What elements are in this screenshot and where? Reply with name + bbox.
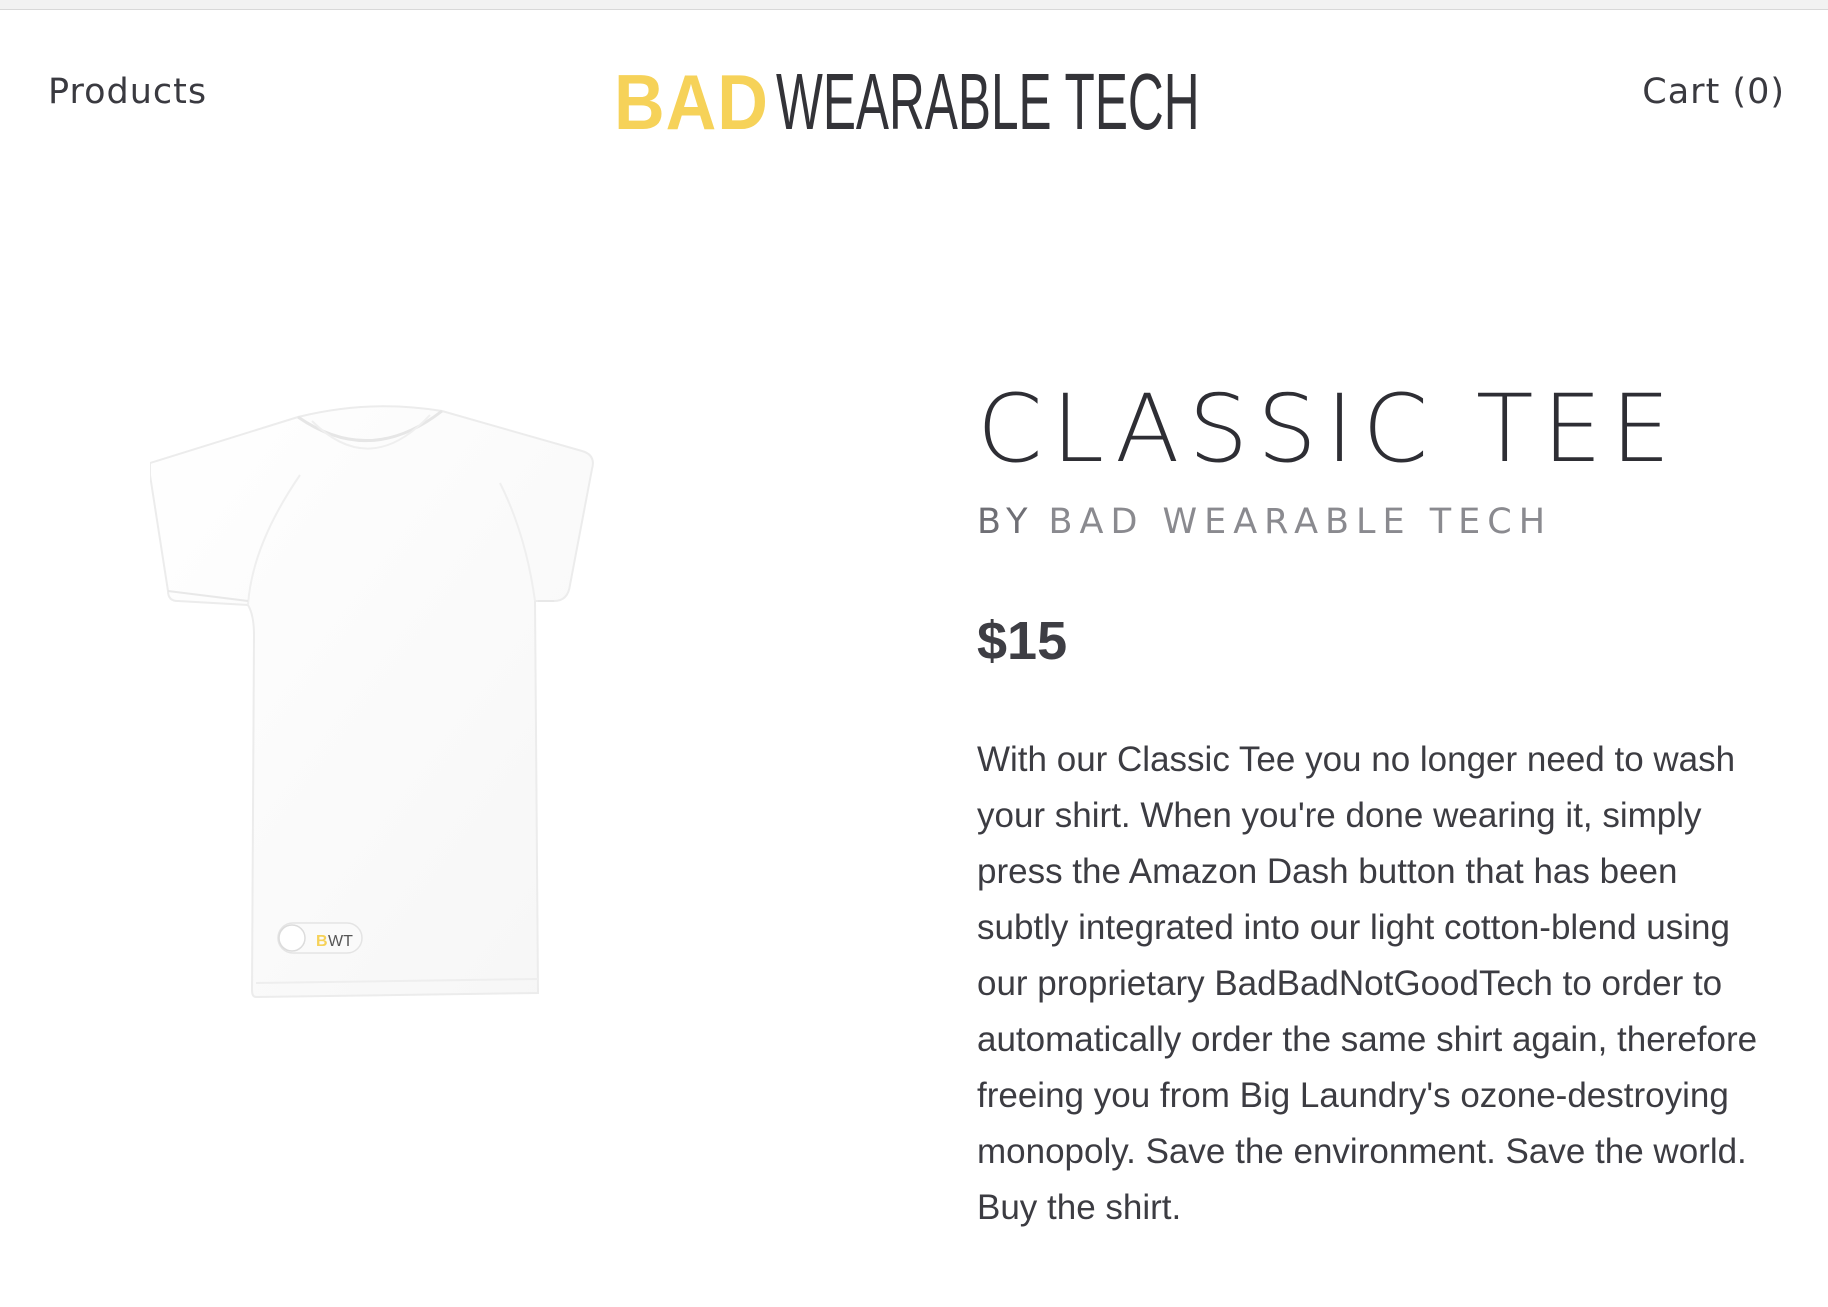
tag-letter-b: B bbox=[316, 933, 328, 950]
logo-bad-text: BAD bbox=[614, 58, 769, 146]
tshirt-illustration bbox=[149, 405, 594, 999]
product-title: CLASSIC TEE bbox=[977, 375, 1680, 484]
vendor-name[interactable]: BAD WEARABLE TECH bbox=[1048, 502, 1552, 542]
logo-wearable-tech-text: WEARABLE TECH bbox=[776, 57, 1200, 146]
product-image-tshirt[interactable]: B WT bbox=[149, 405, 730, 1005]
browser-top-edge bbox=[0, 0, 1828, 10]
site-header: Products BAD WEARABLE TECH Cart (0) bbox=[0, 10, 1828, 180]
nav-products-link[interactable]: Products bbox=[48, 72, 207, 112]
product-vendor-line: BY BAD WEARABLE TECH bbox=[977, 502, 1797, 542]
site-logo[interactable]: BAD WEARABLE TECH bbox=[614, 56, 1459, 146]
cart-link[interactable]: Cart (0) bbox=[1642, 72, 1785, 112]
product-price: $15 bbox=[977, 611, 1068, 671]
product-description: With our Classic Tee you no longer need … bbox=[977, 740, 1758, 1227]
product-details: CLASSIC TEE BY BAD WEARABLE TECH $15 With… bbox=[977, 380, 1797, 1271]
by-label: BY bbox=[977, 502, 1035, 542]
tag-letters-wt: WT bbox=[328, 933, 353, 950]
